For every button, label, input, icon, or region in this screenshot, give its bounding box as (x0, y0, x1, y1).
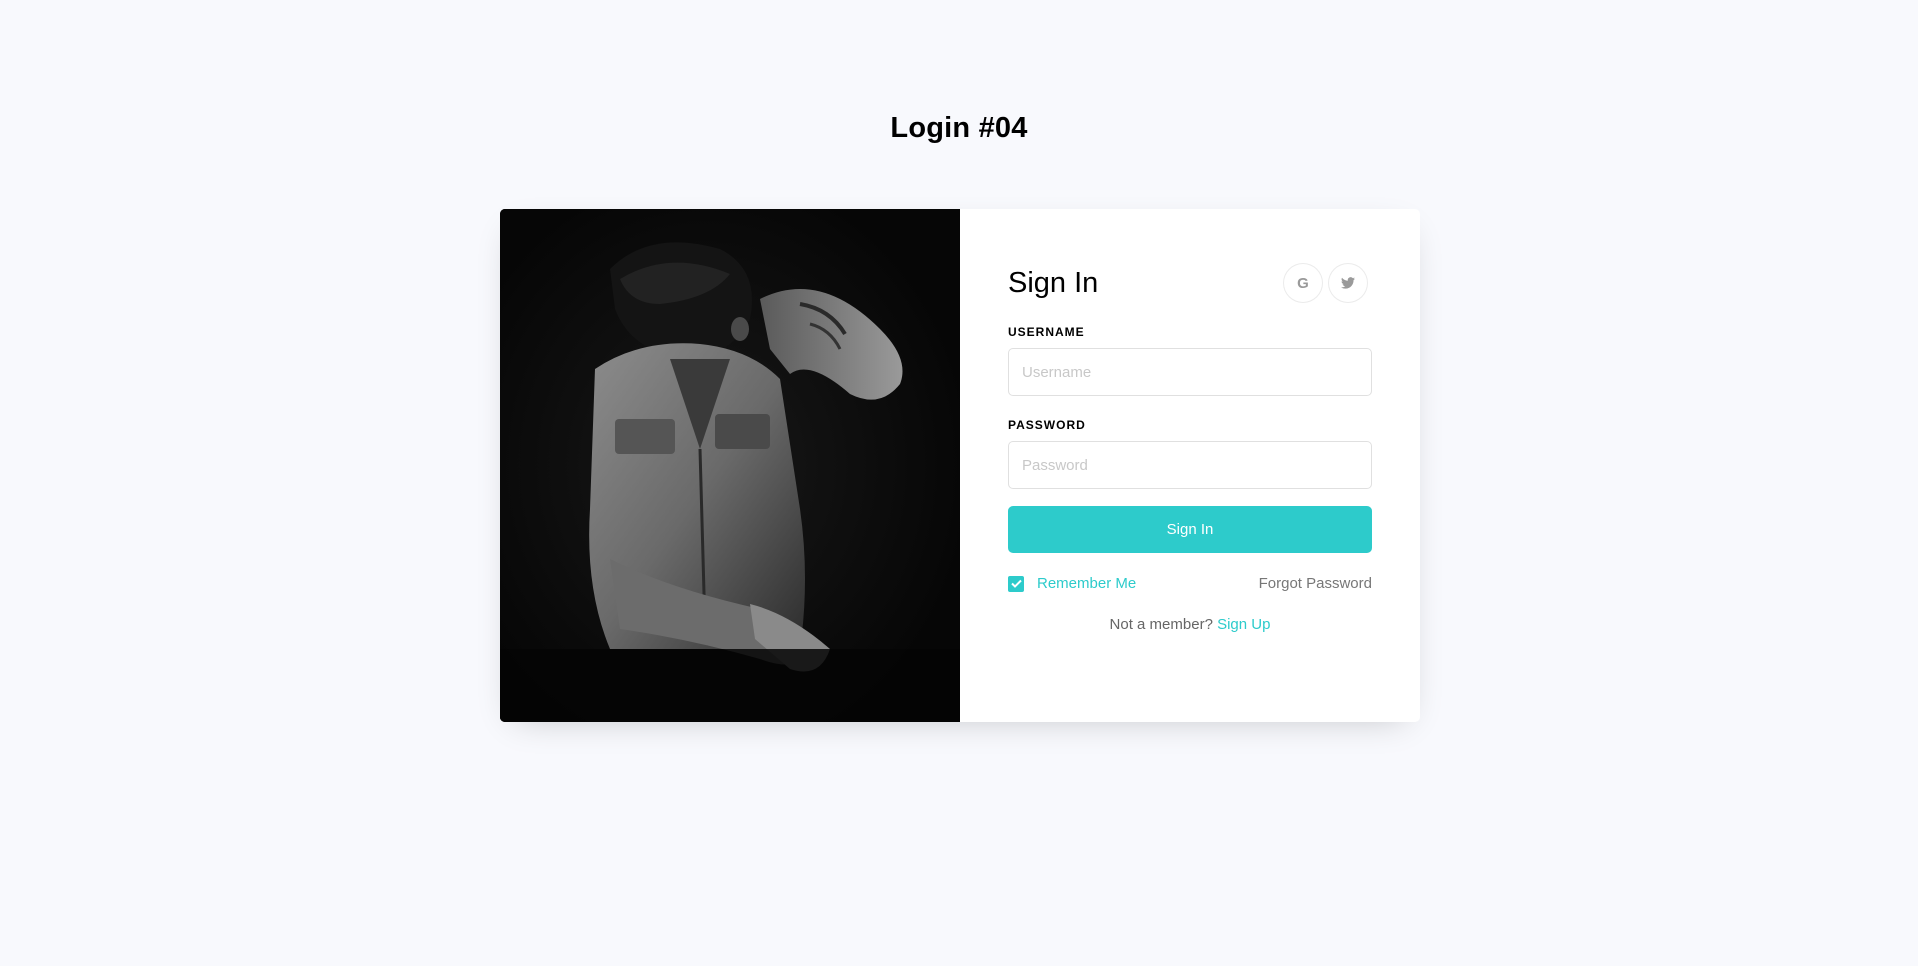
username-input[interactable] (1008, 348, 1372, 396)
hero-image (500, 209, 960, 722)
twitter-login-button[interactable] (1328, 263, 1368, 303)
sign-in-title: Sign In (1008, 266, 1099, 299)
signup-prompt: Not a member? Sign Up (1008, 616, 1372, 633)
remember-me-toggle[interactable]: Remember Me (1008, 575, 1136, 592)
twitter-icon (1341, 277, 1355, 289)
check-icon (1010, 579, 1022, 588)
sign-in-form: Sign In G USERNAME PASSWORD Sign In (960, 209, 1420, 722)
login-card: Sign In G USERNAME PASSWORD Sign In (500, 209, 1420, 722)
forgot-password-link[interactable]: Forgot Password (1259, 575, 1372, 592)
social-login: G (1283, 263, 1368, 303)
sign-up-link[interactable]: Sign Up (1217, 616, 1270, 633)
remember-me-checkbox[interactable] (1008, 575, 1024, 592)
page-title: Login #04 (890, 112, 1028, 144)
form-options: Remember Me Forgot Password (1008, 575, 1372, 592)
google-icon: G (1297, 274, 1309, 292)
form-header: Sign In G (1008, 263, 1372, 303)
username-label: USERNAME (1008, 325, 1085, 339)
password-label: PASSWORD (1008, 418, 1086, 432)
google-login-button[interactable]: G (1283, 263, 1323, 303)
signup-prompt-text: Not a member? (1109, 616, 1213, 633)
remember-me-label: Remember Me (1037, 575, 1137, 592)
password-input[interactable] (1008, 441, 1372, 489)
sign-in-button[interactable]: Sign In (1008, 506, 1372, 553)
